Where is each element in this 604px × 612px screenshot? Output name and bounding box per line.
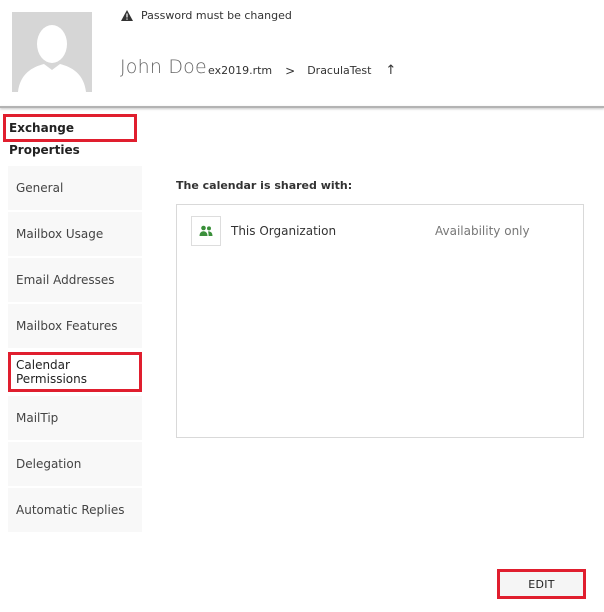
- warning-text: Password must be changed: [141, 9, 292, 22]
- nav-item-email-addresses[interactable]: Email Addresses: [8, 258, 142, 302]
- calendar-permissions-list[interactable]: This Organization Availability only: [176, 204, 584, 438]
- nav-item-mailtip[interactable]: MailTip: [8, 396, 142, 440]
- nav-item-label: Automatic Replies: [16, 503, 125, 517]
- nav-item-general[interactable]: General: [8, 166, 142, 210]
- nav-item-calendar-permissions[interactable]: Calendar Permissions: [8, 350, 142, 394]
- breadcrumb: ex2019.rtm > DraculaTest ↑: [208, 63, 396, 78]
- arrow-up-icon[interactable]: ↑: [385, 63, 396, 78]
- nav-item-label: Calendar Permissions: [8, 352, 142, 392]
- user-display-name: John Doe: [120, 56, 207, 78]
- warning-triangle-icon: [121, 10, 133, 21]
- nav-item-label: Email Addresses: [16, 273, 115, 287]
- permission-level: Availability only: [435, 224, 530, 238]
- breadcrumb-item-domain[interactable]: ex2019.rtm: [208, 64, 272, 77]
- people-icon: [191, 216, 221, 246]
- nav-item-label: MailTip: [16, 411, 59, 425]
- nav-item-delegation[interactable]: Delegation: [8, 442, 142, 486]
- list-item[interactable]: This Organization Availability only: [191, 215, 571, 247]
- section-title: Exchange Properties: [3, 114, 137, 157]
- nav-item-label: Delegation: [16, 457, 82, 471]
- calendar-shared-label: The calendar is shared with:: [176, 179, 353, 192]
- nav-item-label: Mailbox Usage: [16, 227, 104, 241]
- nav-item-automatic-replies[interactable]: Automatic Replies: [8, 488, 142, 532]
- edit-button[interactable]: EDIT: [497, 569, 586, 599]
- password-warning: Password must be changed: [121, 9, 292, 22]
- chevron-right-icon: >: [285, 63, 296, 78]
- nav-item-mailbox-features[interactable]: Mailbox Features: [8, 304, 142, 348]
- nav-item-label: Mailbox Features: [16, 319, 118, 333]
- permission-principal: This Organization: [231, 224, 337, 238]
- header-divider: [0, 106, 604, 108]
- nav-item-label: General: [16, 181, 64, 195]
- person-silhouette-icon: [12, 12, 92, 92]
- avatar: [12, 12, 92, 92]
- breadcrumb-item-ou[interactable]: DraculaTest: [307, 64, 371, 77]
- header: Password must be changed John Doe ex2019…: [0, 0, 604, 107]
- nav-item-mailbox-usage[interactable]: Mailbox Usage: [8, 212, 142, 256]
- sidebar-nav: General Mailbox Usage Email Addresses Ma…: [8, 166, 142, 534]
